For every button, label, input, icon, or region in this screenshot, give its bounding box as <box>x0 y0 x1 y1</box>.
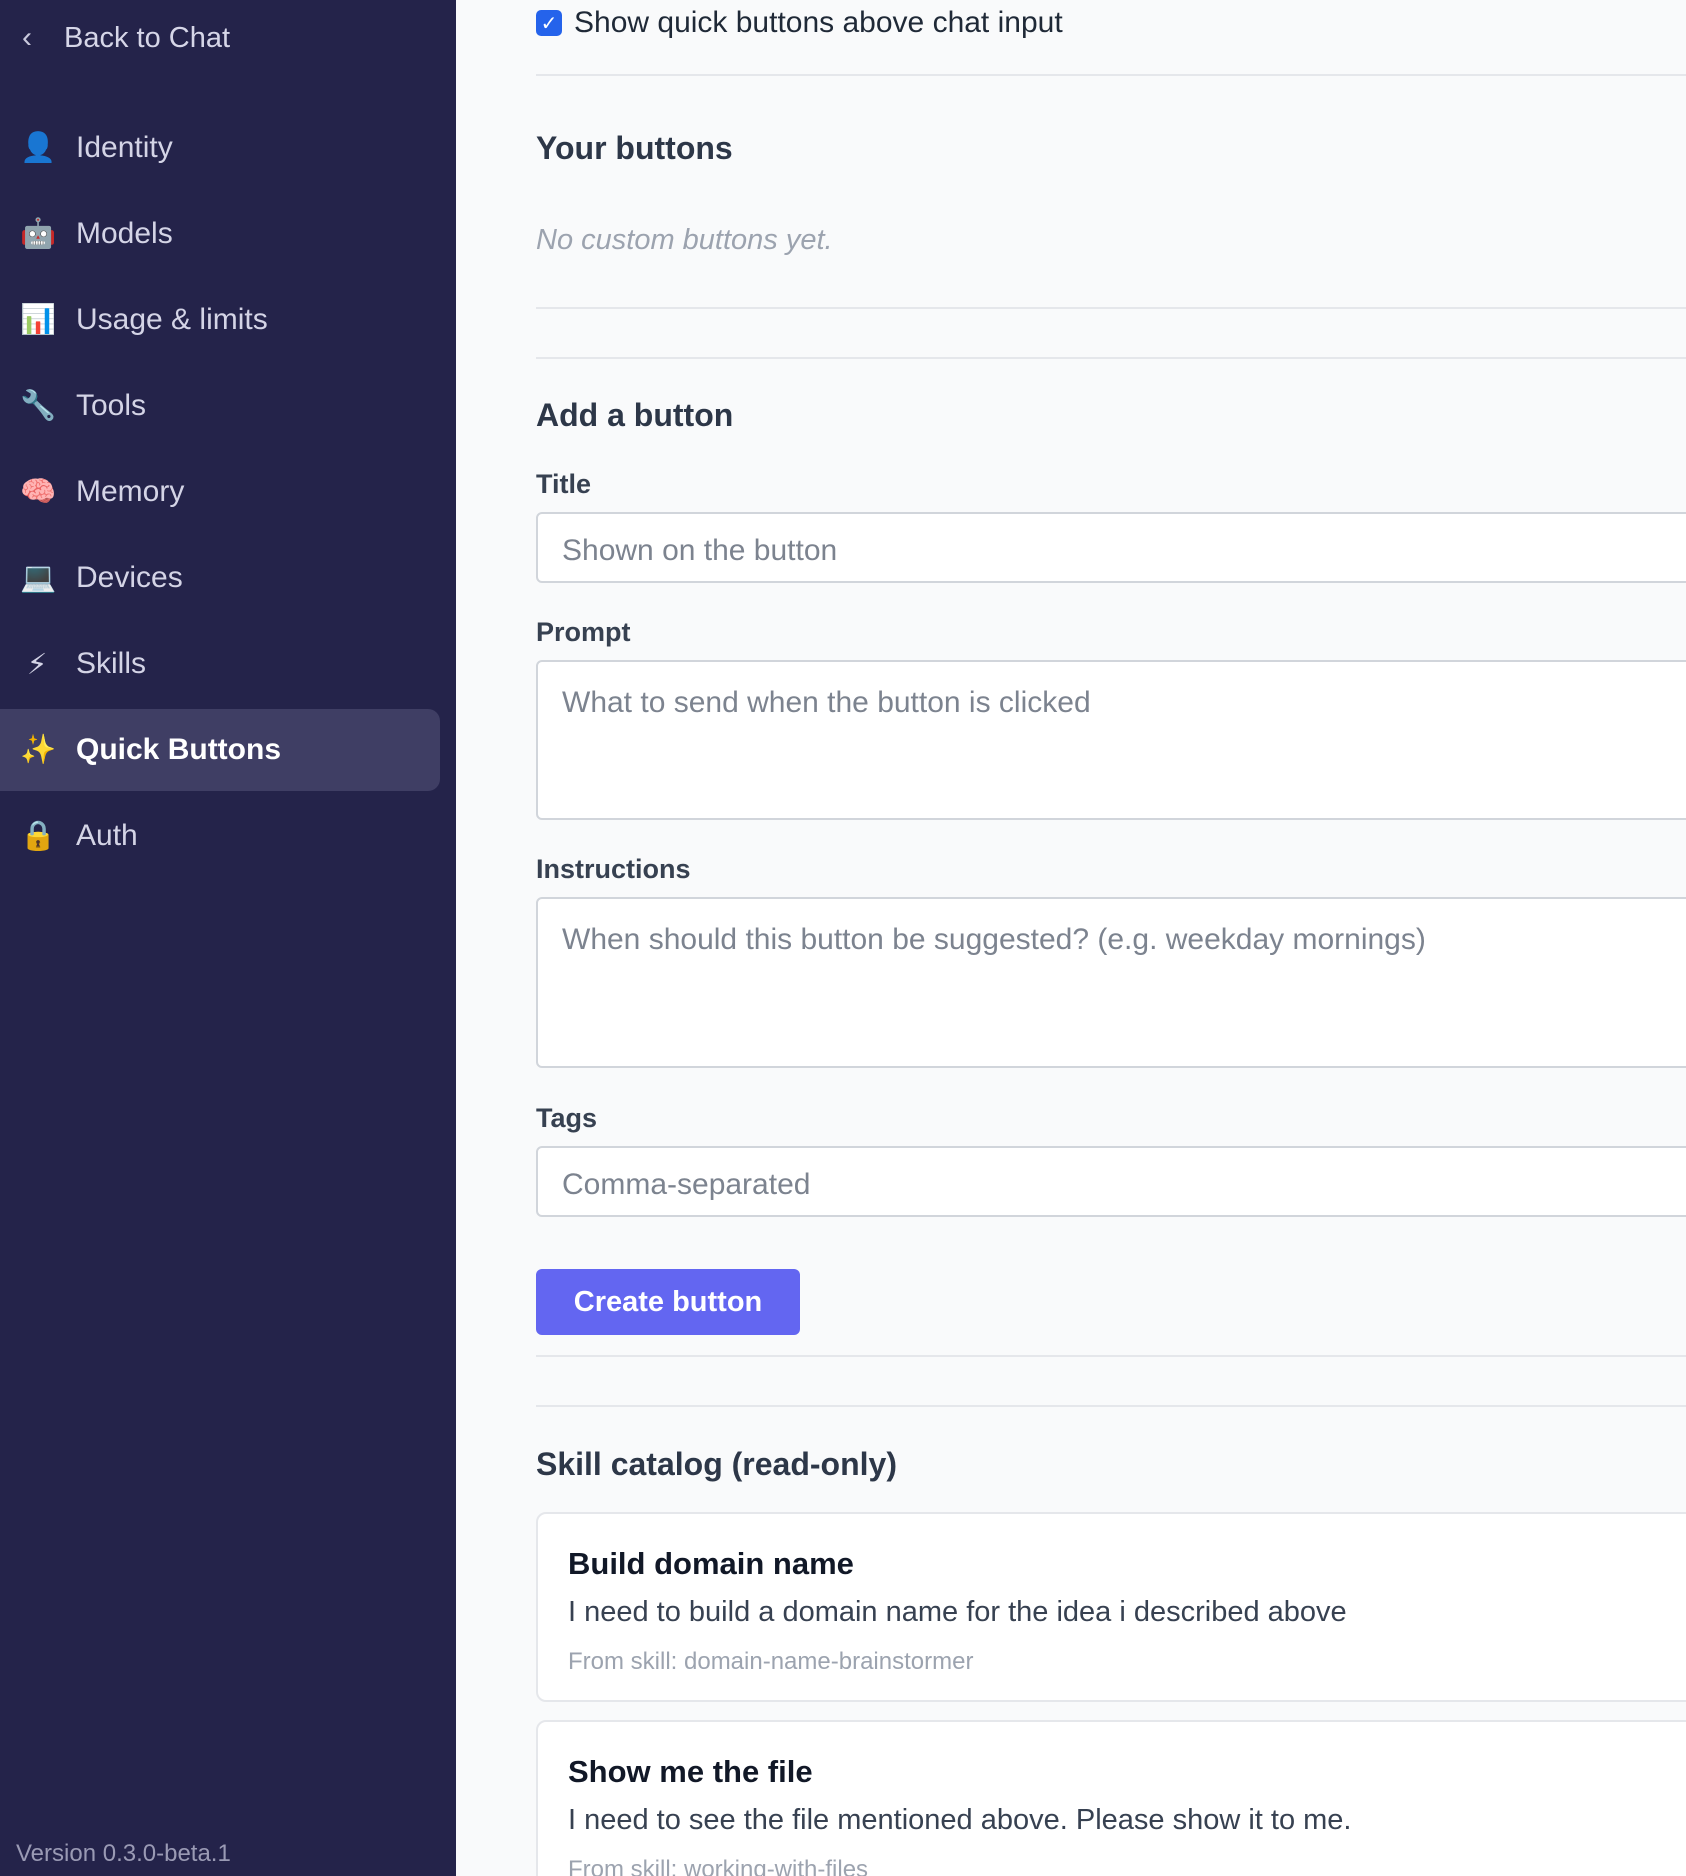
wrench-icon: 🔧 <box>20 390 57 422</box>
sidebar-item-label: Quick Buttons <box>76 733 282 766</box>
sidebar-item-skills[interactable]: ⚡ Skills <box>0 623 440 705</box>
skill-card-title: Build domain name <box>568 1546 854 1581</box>
lock-icon: 🔒 <box>20 820 57 852</box>
sparkles-icon: ✨ <box>20 734 57 766</box>
sidebar-item-quick-buttons[interactable]: ✨ Quick Buttons <box>0 709 440 791</box>
skill-card-source: From skill: domain-name-brainstormer <box>568 1648 974 1675</box>
tags-input[interactable]: Comma-separated <box>536 1146 1686 1217</box>
skill-catalog-heading: Skill catalog (read-only) <box>536 1446 897 1482</box>
divider <box>536 357 1686 359</box>
instructions-textarea[interactable]: When should this button be suggested? (e… <box>536 897 1686 1068</box>
add-button-heading: Add a button <box>536 397 734 433</box>
skill-card: Show me the file I need to see the file … <box>536 1720 1686 1876</box>
sidebar-item-auth[interactable]: 🔒 Auth <box>0 795 440 877</box>
sidebar-item-usage-limits[interactable]: 📊 Usage & limits <box>0 279 440 361</box>
divider <box>536 1405 1686 1407</box>
back-to-chat-link[interactable]: ‹ Back to Chat <box>22 18 230 58</box>
prompt-label: Prompt <box>536 617 631 647</box>
title-label: Title <box>536 469 592 499</box>
sidebar-item-label: Tools <box>76 389 147 422</box>
tags-label: Tags <box>536 1103 598 1133</box>
version-label: Version 0.3.0-beta.1 <box>16 1840 231 1867</box>
bar-chart-icon: 📊 <box>20 304 57 336</box>
prompt-textarea[interactable]: What to send when the button is clicked <box>536 660 1686 820</box>
instructions-label: Instructions <box>536 854 691 884</box>
sidebar-item-identity[interactable]: 👤 Identity <box>0 107 440 189</box>
brain-icon: 🧠 <box>20 476 57 508</box>
user-icon: 👤 <box>20 132 57 164</box>
settings-sidebar: ‹ Back to Chat 👤 Identity 🤖 Models 📊 Usa… <box>0 0 456 1876</box>
sidebar-item-devices[interactable]: 💻 Devices <box>0 537 440 619</box>
divider <box>536 74 1686 76</box>
sidebar-item-label: Devices <box>76 561 183 594</box>
sidebar-item-label: Skills <box>76 647 147 680</box>
show-quick-buttons-checkbox[interactable]: ✓ <box>536 10 562 36</box>
chevron-left-icon: ‹ <box>22 21 32 54</box>
create-button-button[interactable]: Create button <box>536 1269 800 1335</box>
sidebar-item-label: Auth <box>76 819 138 852</box>
sidebar-item-memory[interactable]: 🧠 Memory <box>0 451 440 533</box>
no-buttons-message: No custom buttons yet. <box>536 224 833 256</box>
show-quick-buttons-toggle[interactable]: ✓ Show quick buttons above chat input <box>536 6 1063 40</box>
sidebar-item-label: Models <box>76 217 173 250</box>
divider <box>536 307 1686 309</box>
robot-icon: 🤖 <box>20 218 57 250</box>
show-quick-buttons-label: Show quick buttons above chat input <box>574 6 1063 39</box>
skill-card-source: From skill: working-with-files <box>568 1856 869 1876</box>
skill-card: Build domain name I need to build a doma… <box>536 1512 1686 1702</box>
sidebar-item-label: Identity <box>76 131 173 164</box>
title-input[interactable]: Shown on the button <box>536 512 1686 583</box>
sidebar-item-models[interactable]: 🤖 Models <box>0 193 440 275</box>
quick-buttons-settings-panel: ✓ Show quick buttons above chat input Yo… <box>456 0 1686 1876</box>
your-buttons-heading: Your buttons <box>536 130 733 166</box>
sidebar-item-tools[interactable]: 🔧 Tools <box>0 365 440 447</box>
sidebar-item-label: Memory <box>76 475 185 508</box>
laptop-icon: 💻 <box>20 562 57 594</box>
divider <box>536 1355 1686 1357</box>
sidebar-item-label: Usage & limits <box>76 303 268 336</box>
skill-card-prompt: I need to build a domain name for the id… <box>568 1596 1347 1628</box>
skill-card-title: Show me the file <box>568 1754 813 1789</box>
skill-card-prompt: I need to see the file mentioned above. … <box>568 1804 1352 1836</box>
lightning-icon: ⚡ <box>26 648 48 681</box>
back-to-chat-label: Back to Chat <box>64 21 231 54</box>
